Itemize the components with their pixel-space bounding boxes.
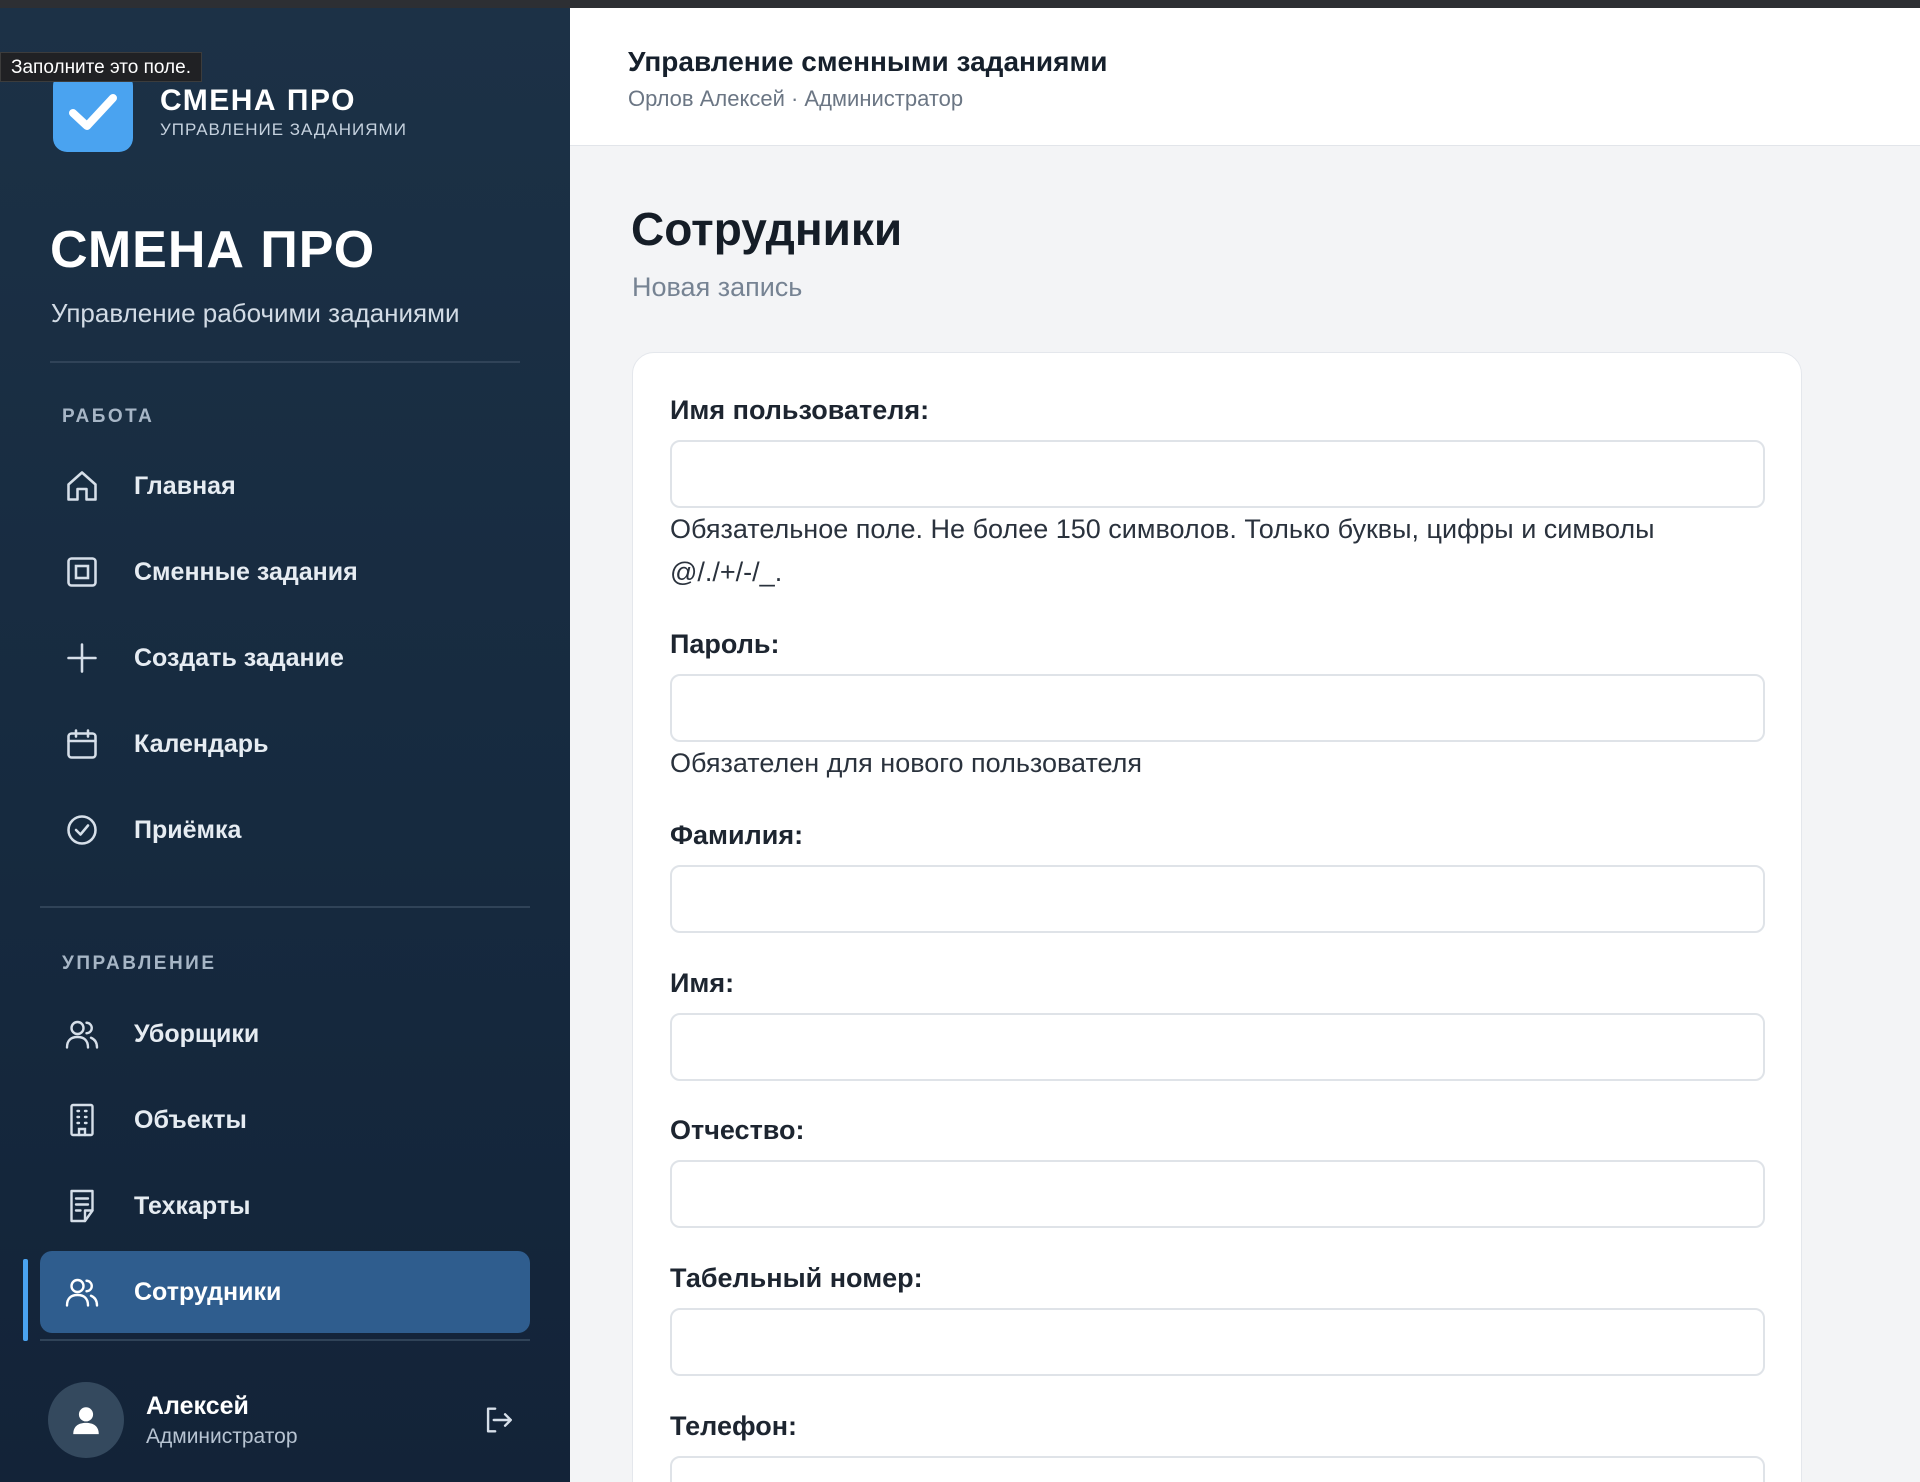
active-indicator [23, 1259, 28, 1341]
divider [40, 906, 530, 908]
square-icon [62, 552, 102, 592]
page-subtitle: Новая запись [632, 272, 803, 302]
sidebar-item-label: Главная [134, 471, 236, 500]
user-name: Алексей [146, 1391, 249, 1420]
page-title: Сотрудники [631, 203, 903, 255]
section-label-work: РАБОТА [62, 406, 155, 427]
username-help: Обязательное поле. Не более 150 символов… [670, 514, 1655, 587]
sidebar-item-home[interactable]: Главная [40, 445, 530, 527]
sidebar-item-acceptance[interactable]: Приёмка [40, 789, 530, 871]
sidebar-item-employees[interactable]: Сотрудники [40, 1251, 530, 1333]
brand-title: СМЕНА ПРО [160, 84, 356, 117]
brand-subtitle: УПРАВЛЕНИЕ ЗАДАНИЯМИ [160, 120, 407, 139]
sidebar: СМЕНА ПРО УПРАВЛЕНИЕ ЗАДАНИЯМИ СМЕНА ПРО… [0, 8, 570, 1482]
sidebar-item-objects[interactable]: Объекты [40, 1079, 530, 1161]
document-icon [62, 1186, 102, 1226]
employee-form: Имя пользователя: Обязательное поле. Не … [632, 352, 1802, 1482]
divider [40, 1339, 530, 1341]
home-icon [62, 466, 102, 506]
password-help: Обязателен для нового пользователя [670, 748, 1143, 778]
header-subtitle: Орлов Алексей · Администратор [628, 86, 964, 111]
header-title: Управление сменными заданиями [628, 46, 1108, 77]
check-circle-icon [62, 810, 102, 850]
window-top-edge [0, 0, 1920, 8]
checkmark-logo-icon [53, 72, 133, 152]
user-profile: Алексей Администратор [48, 1380, 518, 1460]
validation-tooltip: Заполните это поле. [0, 52, 202, 82]
avatar[interactable] [48, 1382, 124, 1458]
sidebar-item-label: Приёмка [134, 815, 242, 844]
calendar-icon [62, 724, 102, 764]
sidebar-item-label: Техкарты [134, 1191, 251, 1220]
username-input[interactable] [670, 440, 1765, 508]
middle-name-input[interactable] [670, 1160, 1765, 1228]
sidebar-item-tech-cards[interactable]: Техкарты [40, 1165, 530, 1247]
password-label: Пароль: [670, 629, 780, 659]
employee-number-input[interactable] [670, 1308, 1765, 1376]
first-name-input[interactable] [670, 1013, 1765, 1081]
sidebar-item-label: Сотрудники [134, 1277, 282, 1306]
users-icon [62, 1014, 102, 1054]
sidebar-item-label: Сменные задания [134, 557, 358, 586]
plus-icon [62, 638, 102, 678]
top-header: Управление сменными заданиями Орлов Алек… [570, 8, 1920, 146]
last-name-label: Фамилия: [670, 820, 804, 850]
building-icon [62, 1100, 102, 1140]
hero-subtitle: Управление рабочими заданиями [51, 298, 460, 328]
password-input[interactable] [670, 674, 1765, 742]
sidebar-item-cleaners[interactable]: Уборщики [40, 993, 530, 1075]
sidebar-item-label: Календарь [134, 729, 269, 758]
phone-label: Телефон: [670, 1411, 798, 1441]
sidebar-item-create-task[interactable]: Создать задание [40, 617, 530, 699]
sidebar-item-label: Объекты [134, 1105, 247, 1134]
sidebar-item-label: Создать задание [134, 643, 344, 672]
sidebar-item-shift-tasks[interactable]: Сменные задания [40, 531, 530, 613]
phone-input[interactable] [670, 1456, 1765, 1482]
sidebar-item-label: Уборщики [134, 1019, 260, 1048]
employee-number-label: Табельный номер: [670, 1263, 923, 1293]
divider [50, 361, 520, 363]
username-label: Имя пользователя: [670, 395, 930, 425]
user-role: Администратор [146, 1424, 298, 1448]
users-icon [62, 1272, 102, 1312]
logout-icon[interactable] [478, 1400, 518, 1440]
last-name-input[interactable] [670, 865, 1765, 933]
sidebar-item-calendar[interactable]: Календарь [40, 703, 530, 785]
hero-title: СМЕНА ПРО [50, 221, 376, 279]
section-label-management: УПРАВЛЕНИЕ [62, 953, 217, 974]
middle-name-label: Отчество: [670, 1115, 805, 1145]
first-name-label: Имя: [670, 968, 735, 998]
